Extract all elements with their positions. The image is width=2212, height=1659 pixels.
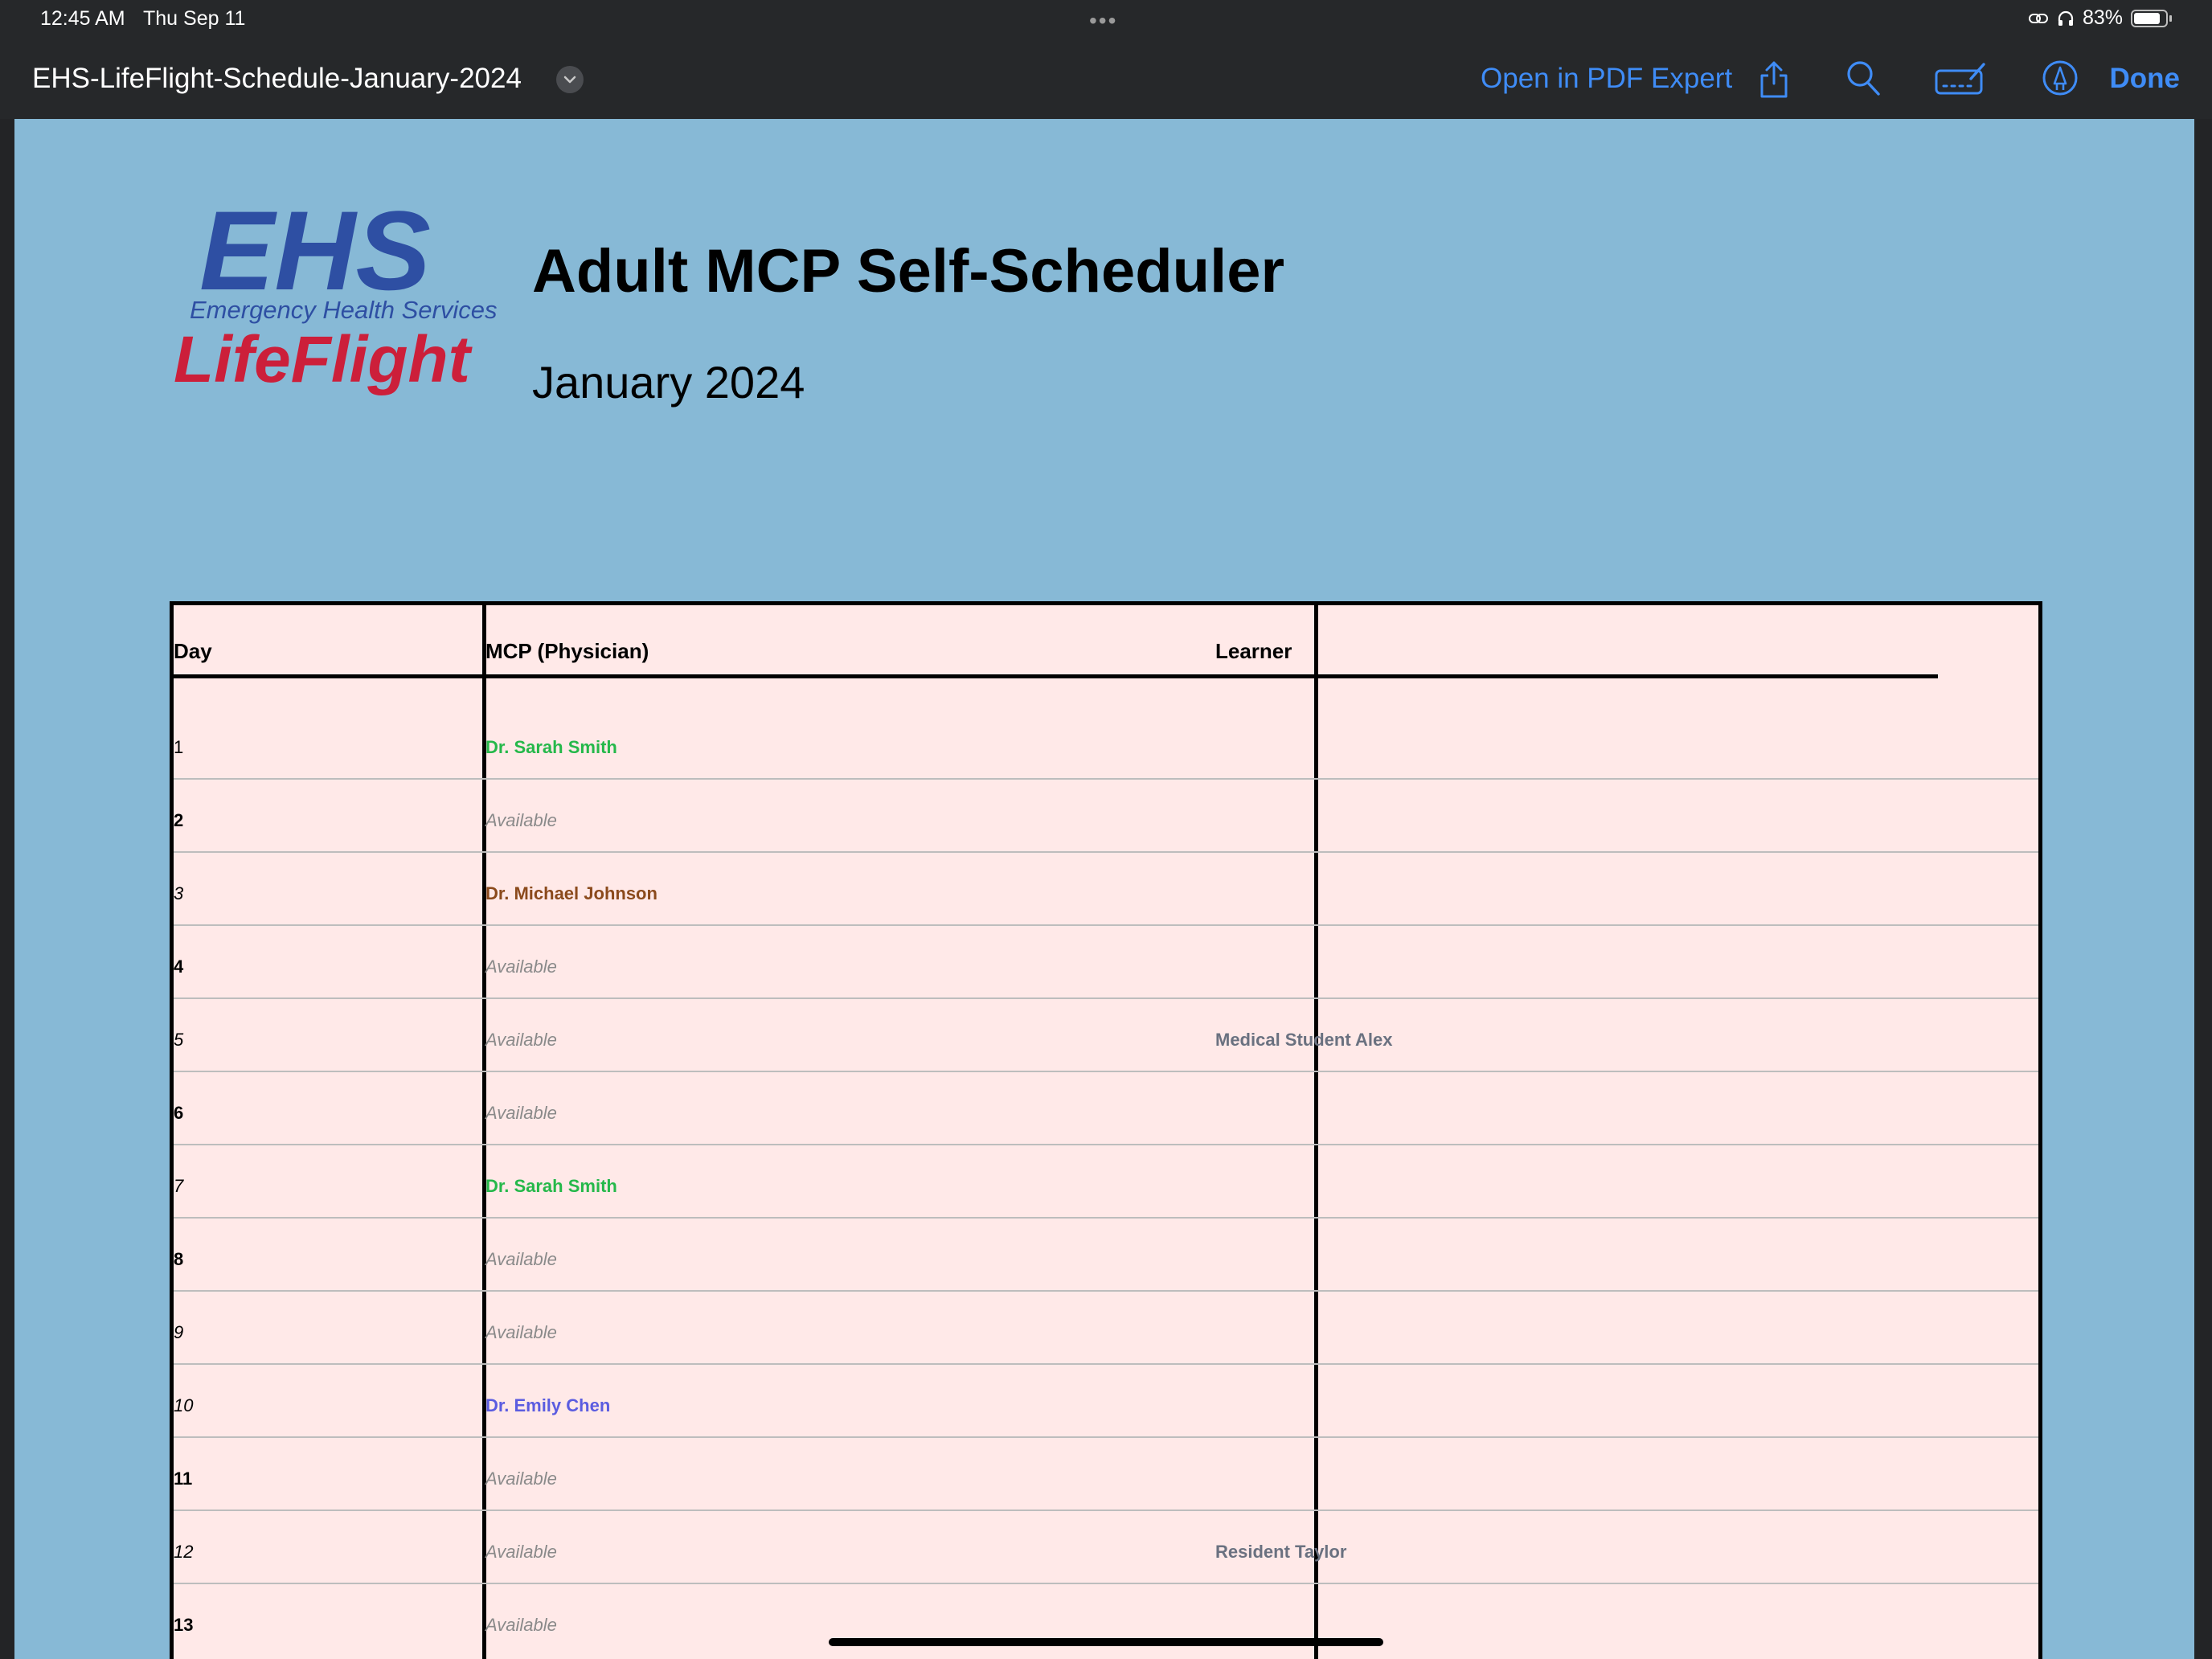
status-date: Thu Sep 11 bbox=[143, 7, 246, 30]
document-heading: Adult MCP Self-Scheduler bbox=[532, 237, 1285, 305]
day-cell: 1 bbox=[174, 737, 184, 757]
table-row: 11 Available bbox=[174, 1438, 2038, 1511]
status-right: 83% bbox=[2028, 6, 2172, 30]
day-cell: 3 bbox=[174, 883, 184, 903]
mcp-available-cell: Available bbox=[485, 810, 557, 830]
header-day: Day bbox=[174, 639, 212, 663]
learner-cell: Medical Student Alex bbox=[1215, 1030, 1393, 1050]
table-row: 5 Available Medical Student Alex bbox=[174, 999, 2038, 1072]
document-subheading: January 2024 bbox=[532, 357, 805, 408]
table-row: 10 Dr. Emily Chen bbox=[174, 1365, 2038, 1438]
battery-percent: 83% bbox=[2082, 6, 2123, 29]
table-row: 1 Dr. Sarah Smith bbox=[174, 707, 2038, 780]
table-row: 6 Available bbox=[174, 1072, 2038, 1145]
title-menu-button[interactable] bbox=[556, 66, 584, 93]
battery-level-fill bbox=[2134, 12, 2160, 24]
header-mcp: MCP (Physician) bbox=[485, 639, 649, 663]
mcp-available-cell: Available bbox=[485, 1030, 557, 1050]
ehs-lifeflight-logo: EHS Emergency Health Services LifeFlight bbox=[174, 187, 498, 396]
day-cell: 11 bbox=[174, 1469, 193, 1489]
table-row: 12 Available Resident Taylor bbox=[174, 1511, 2038, 1584]
mcp-physician-cell: Dr. Michael Johnson bbox=[485, 883, 657, 903]
table-row: 4 Available bbox=[174, 926, 2038, 999]
link-icon bbox=[2028, 13, 2048, 23]
table-row: 2 Available bbox=[174, 780, 2038, 853]
status-bar: 12:45 AM Thu Sep 11 ••• 83% bbox=[0, 0, 2212, 40]
day-cell: 7 bbox=[174, 1176, 184, 1196]
battery-icon bbox=[2131, 9, 2168, 27]
logo-ehs: EHS bbox=[199, 187, 431, 313]
mcp-physician-cell: Dr. Sarah Smith bbox=[485, 737, 617, 757]
day-cell: 5 bbox=[174, 1030, 184, 1050]
chevron-down-icon bbox=[563, 76, 576, 84]
logo-tagline: Emergency Health Services bbox=[190, 296, 498, 324]
mcp-available-cell: Available bbox=[485, 956, 557, 977]
logo-lifeflight: LifeFlight bbox=[174, 323, 473, 396]
schedule-table: Day MCP (Physician) Learner 1 Dr. Sarah S… bbox=[170, 601, 2042, 1659]
markup-signature-icon[interactable] bbox=[1934, 59, 1987, 96]
day-cell: 13 bbox=[174, 1615, 194, 1635]
table-row: 9 Available bbox=[174, 1292, 2038, 1365]
document-title[interactable]: EHS-LifeFlight-Schedule-January-2024 bbox=[32, 63, 522, 95]
mcp-physician-cell: Dr. Sarah Smith bbox=[485, 1176, 617, 1196]
screen: 12:45 AM Thu Sep 11 ••• 83% EHS-LifeFlig… bbox=[0, 0, 2212, 1659]
day-cell: 2 bbox=[174, 810, 184, 830]
learner-cell: Resident Taylor bbox=[1215, 1542, 1347, 1562]
table-row: 7 Dr. Sarah Smith bbox=[174, 1145, 2038, 1219]
mcp-available-cell: Available bbox=[485, 1542, 557, 1562]
day-cell: 8 bbox=[174, 1249, 184, 1269]
mcp-available-cell: Available bbox=[485, 1615, 557, 1635]
mcp-available-cell: Available bbox=[485, 1103, 557, 1123]
share-icon[interactable] bbox=[1757, 59, 1791, 100]
headphones-icon bbox=[2058, 10, 2074, 26]
day-cell: 4 bbox=[174, 956, 184, 977]
mcp-available-cell: Available bbox=[485, 1249, 557, 1269]
done-button[interactable]: Done bbox=[2110, 63, 2181, 95]
quicklook-toolbar: EHS-LifeFlight-Schedule-January-2024 Ope… bbox=[0, 40, 2212, 119]
open-in-pdf-expert-button[interactable]: Open in PDF Expert bbox=[1481, 63, 1732, 95]
day-cell: 12 bbox=[174, 1542, 194, 1562]
mcp-available-cell: Available bbox=[485, 1469, 557, 1489]
mcp-available-cell: Available bbox=[485, 1322, 557, 1342]
battery-cap bbox=[2169, 14, 2172, 22]
header-learner: Learner bbox=[1215, 639, 1292, 663]
day-cell: 6 bbox=[174, 1103, 184, 1123]
day-cell: 10 bbox=[174, 1395, 194, 1415]
table-row: 8 Available bbox=[174, 1219, 2038, 1292]
mcp-physician-cell: Dr. Emily Chen bbox=[485, 1395, 611, 1415]
table-row: 13 Available bbox=[174, 1584, 2038, 1657]
day-cell: 9 bbox=[174, 1322, 184, 1342]
table-row: 3 Dr. Michael Johnson bbox=[174, 853, 2038, 926]
search-icon[interactable] bbox=[1845, 59, 1881, 96]
document-page[interactable]: EHS Emergency Health Services LifeFlight… bbox=[14, 119, 2194, 1659]
status-time: 12:45 AM bbox=[40, 7, 125, 30]
header-rule bbox=[174, 674, 1938, 678]
multitasking-dots-icon[interactable]: ••• bbox=[1089, 8, 1117, 34]
markup-pen-icon[interactable] bbox=[2042, 59, 2079, 96]
home-indicator[interactable] bbox=[829, 1638, 1383, 1646]
